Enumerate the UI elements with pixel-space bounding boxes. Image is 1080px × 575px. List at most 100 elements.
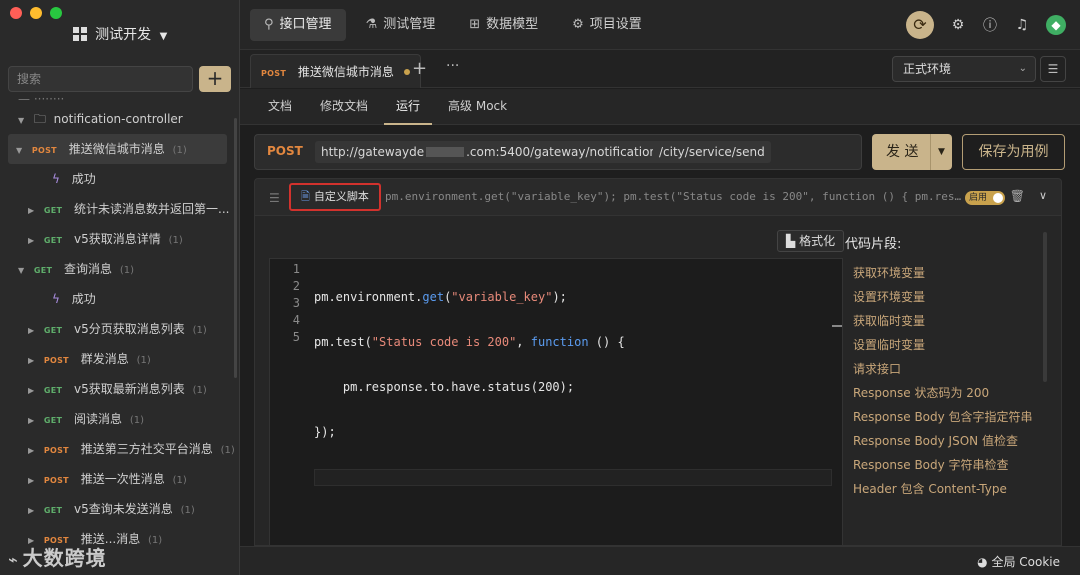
method-badge: POST — [43, 446, 69, 455]
minimize-window-button[interactable] — [30, 7, 42, 19]
environment-select[interactable]: 正式环境 ⌄ — [892, 56, 1036, 82]
folder-label: notification-controller — [53, 112, 183, 126]
tab-run[interactable]: 运行 — [384, 89, 433, 125]
avatar[interactable]: ◆ — [1046, 15, 1066, 35]
tab-api-management[interactable]: ⚲ 接口管理 — [250, 9, 346, 41]
method-badge: GET — [43, 206, 63, 215]
method-badge: GET — [33, 266, 53, 275]
bolt-icon: ϟ — [52, 292, 60, 306]
more-tabs-button[interactable]: ··· — [446, 58, 459, 74]
tree-item[interactable]: ▼ GET 查询消息 (1) — [0, 254, 239, 284]
format-button[interactable]: ▙ 格式化 — [777, 230, 845, 252]
method-badge: GET — [43, 236, 63, 245]
sidebar-search-input[interactable]: 搜索 — [8, 66, 193, 92]
snippet-item[interactable]: 请求接口 — [845, 360, 1045, 378]
enable-toggle[interactable]: 启用 — [965, 191, 1005, 205]
tab-edit-docs[interactable]: 修改文档 — [308, 89, 380, 125]
method-badge: GET — [43, 386, 63, 395]
snippet-item[interactable]: Response Body 包含字指定符串 — [845, 408, 1045, 426]
caret-right-icon: ▶ — [28, 386, 35, 395]
caret-down-icon: ▼ — [18, 266, 25, 275]
sub-tabs: 文档 修改文档 运行 高级 Mock — [240, 89, 1080, 125]
url-bar[interactable]: POST http://gatewayde .com:5400/gateway/n… — [254, 134, 862, 170]
bolt-icon: ϟ — [52, 172, 60, 186]
caret-right-icon: ▶ — [28, 416, 35, 425]
environment-menu-button[interactable]: ☰ — [1040, 56, 1066, 82]
tree-item-label: v5分页获取消息列表 — [74, 322, 185, 336]
snippet-item[interactable]: 获取环境变量 — [845, 264, 1045, 282]
settings-icon[interactable]: ⚙ — [950, 17, 966, 33]
tree-item-active[interactable]: ▼ POST 推送微信城市消息 (1) — [8, 134, 227, 164]
snippet-item[interactable]: 设置环境变量 — [845, 288, 1045, 306]
method-badge: POST — [43, 476, 69, 485]
tab-project-settings[interactable]: ⚙ 项目设置 — [558, 9, 656, 41]
snippet-item[interactable]: Header 包含 Content-Type — [845, 480, 1045, 498]
tree-item-label: v5获取最新消息列表 — [74, 382, 185, 396]
close-window-button[interactable] — [10, 7, 22, 19]
maximize-window-button[interactable] — [50, 7, 62, 19]
send-button[interactable]: 发 送 ▼ — [872, 134, 952, 170]
caret-right-icon: ▶ — [28, 326, 35, 335]
tree-item[interactable]: ▶ GET v5查询未发送消息 (1) — [0, 494, 239, 524]
caret-down-icon: ▼ — [16, 146, 23, 155]
script-header: ☰ 🗎 自定义脚本 pm.environment.get("variable_ke… — [254, 178, 1062, 216]
bell-icon[interactable]: ♫ — [1014, 17, 1030, 33]
save-as-case-button[interactable]: 保存为用例 — [962, 134, 1065, 170]
caret-down-icon: ▼ — [159, 31, 168, 42]
snippet-item[interactable]: Response 状态码为 200 — [845, 384, 1045, 402]
chevron-down-icon[interactable]: ▼ — [930, 134, 952, 170]
top-navigation: ⚲ 接口管理 ⚗ 测试管理 ⊞ 数据模型 ⚙ 项目设置 ⟳ ⚙ ⓘ ♫ ◆ — [240, 0, 1080, 50]
case-count: (1) — [220, 445, 235, 456]
tree-item[interactable]: ▶ GET v5获取消息详情 (1) — [0, 224, 239, 254]
snippet-item[interactable]: 设置临时变量 — [845, 336, 1045, 354]
tree-partial-row: — ········ — [18, 94, 65, 104]
code-snippets-panel: 代码片段: 获取环境变量 设置环境变量 获取临时变量 设置临时变量 请求接口 R… — [845, 236, 1045, 504]
url-path[interactable]: /city/service/send — [653, 141, 771, 163]
tree-item[interactable]: ▶ POST 推送第三方社交平台消息 (1) — [0, 434, 239, 464]
method-select[interactable]: POST — [267, 144, 303, 158]
url-base[interactable]: http://gatewayde .com:5400/gateway/notifi… — [315, 141, 664, 163]
tab-docs[interactable]: 文档 — [256, 89, 304, 125]
global-cookie-button[interactable]: ◕ 全局 Cookie — [977, 553, 1060, 570]
tree-item[interactable]: ▶ GET 统计未读消息数并返回第一... — [0, 194, 239, 224]
plug-icon: ⚲ — [264, 17, 274, 32]
snippet-item[interactable]: 获取临时变量 — [845, 312, 1045, 330]
request-tab[interactable]: POST 推送微信城市消息 — [250, 54, 421, 88]
new-tab-button[interactable]: + — [412, 58, 427, 79]
caret-down-icon: ▼ — [18, 116, 25, 125]
document-icon: 🗎 — [301, 190, 310, 203]
case-count: (1) — [119, 265, 135, 276]
tree-folder[interactable]: ▼ 🗀 notification-controller — [0, 104, 239, 134]
tab-data-model[interactable]: ⊞ 数据模型 — [455, 9, 552, 41]
add-button[interactable]: + — [199, 66, 231, 92]
footer: ◕ 全局 Cookie — [240, 546, 1080, 575]
tree-item[interactable]: ▶ GET 阅读消息 (1) — [0, 404, 239, 434]
help-icon[interactable]: ⓘ — [982, 15, 998, 35]
sync-icon: ⟳ — [913, 15, 927, 34]
tree-item[interactable]: ▶ GET v5获取最新消息列表 (1) — [0, 374, 239, 404]
tree-item[interactable]: ▶ POST 推送一次性消息 (1) — [0, 464, 239, 494]
tree-item[interactable]: ▶ POST 群发消息 (1) — [0, 344, 239, 374]
project-switcher[interactable]: 测试开发 ▼ — [0, 24, 239, 45]
sidebar-scrollbar[interactable] — [234, 118, 237, 378]
custom-script-button[interactable]: 🗎 自定义脚本 — [289, 183, 381, 211]
snippet-item[interactable]: Response Body 字符串检查 — [845, 456, 1045, 474]
tab-advanced-mock[interactable]: 高级 Mock — [436, 89, 519, 125]
caret-right-icon: ▶ — [28, 356, 35, 365]
chevron-down-icon[interactable]: ∨ — [1039, 189, 1047, 202]
tree-case-item[interactable]: ϟ 成功 — [0, 284, 239, 314]
trash-icon[interactable]: 🗑 — [1010, 189, 1025, 203]
tree-case-item[interactable]: ϟ 成功 — [0, 164, 239, 194]
snippet-item[interactable]: Response Body JSON 值检查 — [845, 432, 1045, 450]
snippets-scrollbar[interactable] — [1043, 232, 1047, 382]
tree-item[interactable]: ▶ GET v5分页获取消息列表 (1) — [0, 314, 239, 344]
case-count: (1) — [129, 415, 145, 426]
sync-button[interactable]: ⟳ — [906, 11, 934, 39]
tree-item-label: v5查询未发送消息 — [74, 502, 173, 516]
tree-item-label: 统计未读消息数并返回第一... — [74, 202, 230, 216]
grid-icon — [72, 27, 87, 45]
code-editor[interactable]: 1 2 3 4 5 pm.environment.get("variable_k… — [269, 258, 843, 546]
code-content[interactable]: pm.environment.get("variable_key"); pm.t… — [314, 261, 832, 514]
tab-test-management[interactable]: ⚗ 测试管理 — [352, 9, 450, 41]
drag-handle-icon[interactable]: ☰ — [269, 191, 280, 205]
